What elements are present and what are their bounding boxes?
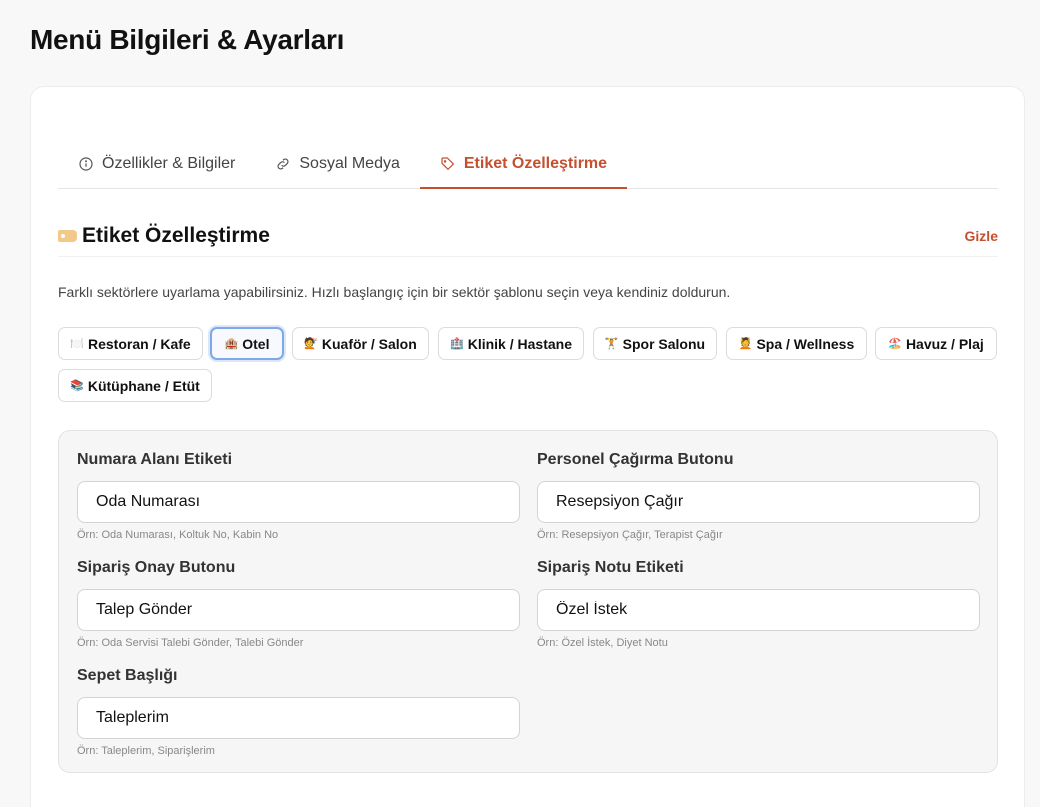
preset-label: Spa / Wellness (756, 335, 855, 352)
preset-library-study[interactable]: 📚 Kütüphane / Etüt (58, 369, 212, 402)
link-icon (277, 158, 289, 169)
tab-label: Özellikler & Bilgiler (102, 154, 236, 172)
preset-hairdresser-salon[interactable]: 💇 Kuaför / Salon (292, 327, 429, 360)
cutlery-icon: 🍽️ (70, 338, 84, 350)
info-icon (79, 156, 93, 171)
hospital-icon: 🏥 (450, 338, 464, 350)
settings-card: Özellikler & Bilgiler Sosyal Medya Etike… (30, 86, 1025, 807)
field-label: Sipariş Notu Etiketi (537, 559, 684, 576)
preset-label: Havuz / Plaj (905, 335, 984, 352)
page-title: Menü Bilgileri & Ayarları (30, 24, 345, 55)
section-description: Farklı sektörlere uyarlama yapabilirsini… (58, 284, 731, 300)
field-order-note: Sipariş Notu Etiketi Örn: Özel İstek, Di… (537, 559, 980, 649)
preset-label: Otel (242, 335, 270, 352)
preset-label: Restoran / Kafe (88, 335, 191, 352)
tab-bar: Özellikler & Bilgiler Sosyal Medya Etike… (58, 139, 998, 189)
field-hint: Örn: Taleplerim, Siparişlerim (77, 745, 215, 757)
haircut-icon: 💇 (304, 338, 318, 350)
field-hint: Örn: Özel İstek, Diyet Notu (537, 637, 668, 649)
field-label: Numara Alanı Etiketi (77, 451, 233, 468)
order-note-input[interactable] (537, 589, 980, 631)
preset-pool-beach[interactable]: 🏖️ Havuz / Plaj (875, 327, 997, 360)
field-label: Personel Çağırma Butonu (537, 451, 734, 468)
field-hint: Örn: Resepsiyon Çağır, Terapist Çağır (537, 529, 723, 541)
order-confirm-input[interactable] (77, 589, 520, 631)
field-number-label: Numara Alanı Etiketi Örn: Oda Numarası, … (77, 451, 520, 541)
call-staff-input[interactable] (537, 481, 980, 523)
preset-clinic-hospital[interactable]: 🏥 Klinik / Hastane (438, 327, 584, 360)
massage-icon: 💆 (738, 338, 753, 350)
preset-restaurant-cafe[interactable]: 🍽️ Restoran / Kafe (58, 327, 203, 360)
tab-label-customization[interactable]: Etiket Özelleştirme (419, 139, 628, 189)
hide-section-link[interactable]: Gizle (965, 228, 998, 244)
field-hint: Örn: Oda Numarası, Koltuk No, Kabin No (77, 529, 279, 541)
field-hint: Örn: Oda Servisi Talebi Gönder, Talebi G… (77, 637, 304, 649)
field-order-confirm: Sipariş Onay Butonu Örn: Oda Servisi Tal… (77, 559, 520, 649)
preset-label: Kuaför / Salon (321, 335, 417, 352)
preset-label: Klinik / Hastane (467, 335, 572, 352)
preset-gym[interactable]: 🏋️ Spor Salonu (593, 327, 717, 360)
preset-label: Spor Salonu (622, 335, 706, 352)
number-label-input[interactable] (77, 481, 520, 523)
weightlifter-icon: 🏋️ (604, 338, 619, 350)
tab-label: Etiket Özelleştirme (463, 154, 608, 172)
hotel-icon: 🏨 (224, 338, 239, 350)
label-tag-icon (58, 229, 77, 242)
tab-social-media[interactable]: Sosyal Medya (255, 139, 420, 188)
field-call-staff: Personel Çağırma Butonu Örn: Resepsiyon … (537, 451, 980, 541)
preset-hotel[interactable]: 🏨 Otel (210, 327, 284, 360)
preset-spa-wellness[interactable]: 💆 Spa / Wellness (726, 327, 867, 360)
books-icon: 📚 (70, 380, 84, 392)
label-form: Numara Alanı Etiketi Örn: Oda Numarası, … (58, 430, 998, 773)
cart-title-input[interactable] (77, 697, 520, 739)
section-title-text: Etiket Özelleştirme (82, 223, 270, 247)
tag-icon (441, 156, 455, 170)
field-cart-title: Sepet Başlığı Örn: Taleplerim, Siparişle… (77, 667, 520, 757)
section-header: Etiket Özelleştirme Gizle (58, 215, 998, 257)
field-label: Sepet Başlığı (77, 667, 178, 684)
tab-label: Sosyal Medya (299, 154, 400, 172)
section-title: Etiket Özelleştirme (58, 224, 270, 248)
tab-features-info[interactable]: Özellikler & Bilgiler (58, 139, 255, 188)
beach-icon: 🏖️ (888, 338, 902, 350)
field-label: Sipariş Onay Butonu (77, 559, 236, 576)
preset-label: Kütüphane / Etüt (87, 377, 200, 394)
